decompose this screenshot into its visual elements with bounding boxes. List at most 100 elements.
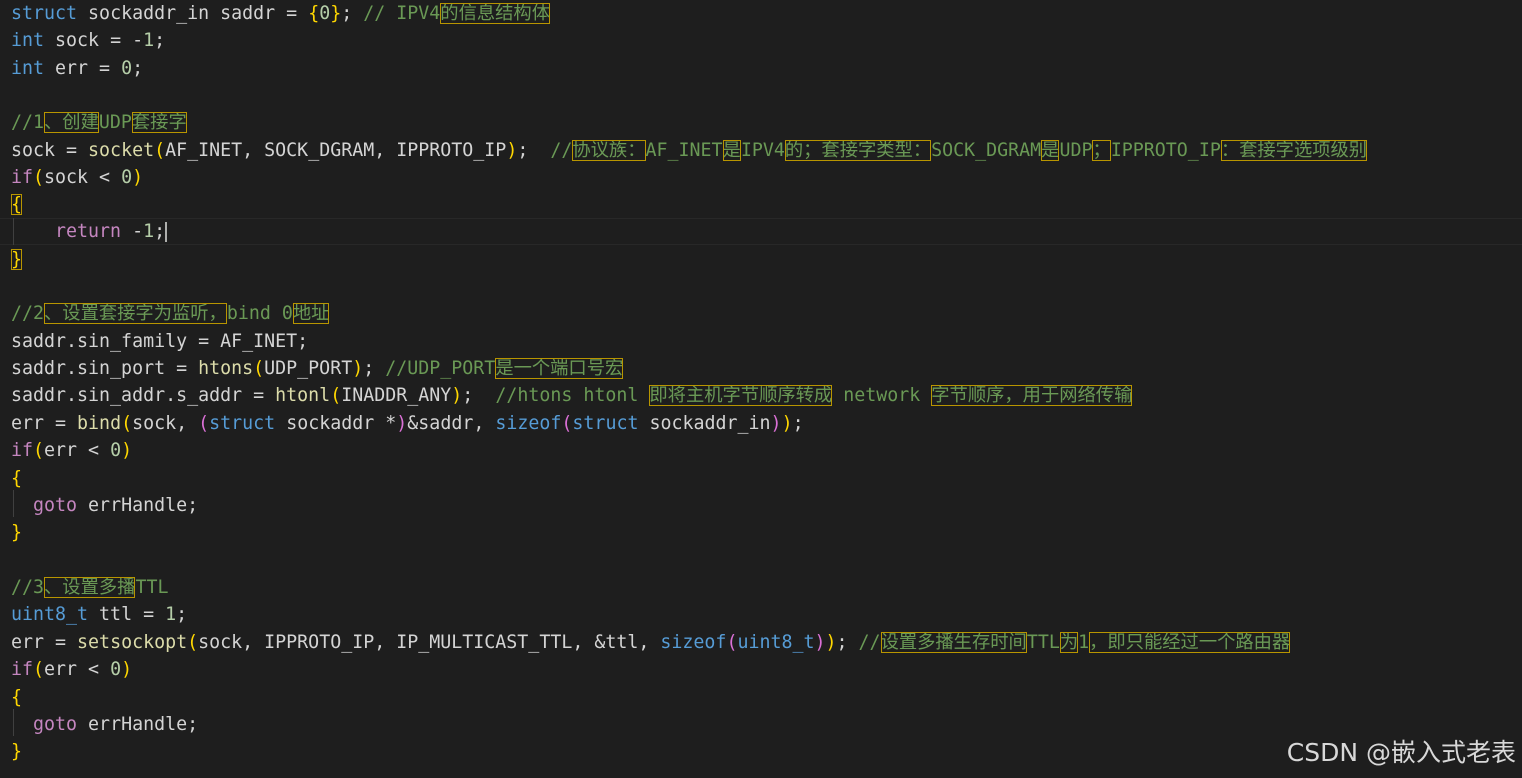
code-text: ;: [154, 221, 166, 242]
comment-text: bind 0: [226, 303, 293, 324]
code-text: sock <: [44, 167, 122, 188]
bracket: (: [121, 413, 133, 434]
code-line-23[interactable]: uint8_t ttl = 1;: [11, 601, 187, 628]
bracket: (: [33, 167, 45, 188]
comment-highlighted-text: ，即只能经过一个路由器: [1089, 632, 1291, 653]
bracket: (: [33, 659, 45, 680]
code-line-10[interactable]: }: [11, 246, 23, 273]
comment-highlighted-text: 是: [722, 140, 741, 161]
bracket: ): [770, 413, 782, 434]
type-token: uint8_t: [11, 604, 89, 625]
code-line-2[interactable]: int sock = -1;: [11, 27, 165, 54]
code-text: saddr.sin_port =: [11, 358, 199, 379]
code-line-22[interactable]: //3、设置多播TTL: [11, 574, 168, 601]
code-line-5[interactable]: //1、创建UDP套接字: [11, 109, 187, 136]
bracket: {: [308, 3, 320, 24]
code-text: ;: [341, 3, 364, 24]
comment-highlighted-text: ；: [1092, 140, 1111, 161]
bracket: ): [814, 632, 826, 653]
code-text: ;: [462, 385, 496, 406]
number-literal: 1: [143, 221, 155, 242]
code-line-8[interactable]: {: [11, 191, 23, 218]
comment-highlighted-text: 即将主机字节顺序转成: [649, 385, 833, 406]
code-line-28[interactable]: }: [11, 738, 22, 765]
comment-text: SOCK_DGRAM: [931, 140, 1042, 161]
control-keyword: goto: [33, 714, 78, 735]
bracket: {: [11, 468, 23, 489]
comment-highlighted-text: 协议族：: [572, 140, 646, 161]
code-line-6[interactable]: sock = socket(AF_INET, SOCK_DGRAM, IPPRO…: [11, 137, 1368, 164]
comment-text: //UDP_PORT: [385, 358, 496, 379]
comment-highlighted-text: 的信息结构体: [440, 3, 550, 24]
control-keyword: return: [55, 221, 122, 242]
code-text: &saddr,: [407, 413, 496, 434]
code-line-25[interactable]: if(err < 0): [11, 656, 132, 683]
code-line-3[interactable]: int err = 0;: [11, 55, 143, 82]
code-text: saddr.sin_addr.s_addr =: [11, 385, 276, 406]
code-line-12[interactable]: //2、设置套接字为监听，bind 0地址: [11, 300, 330, 327]
code-text: sock,: [132, 413, 199, 434]
function-token: bind: [77, 413, 122, 434]
bracket: }: [11, 522, 23, 543]
code-line-19[interactable]: goto errHandle;: [11, 492, 198, 519]
comment-highlighted-text: 套接字: [131, 112, 187, 133]
code-text: sock = -: [44, 30, 144, 51]
bracket: }: [330, 3, 342, 24]
keyword-token: int: [11, 30, 45, 51]
bracket: (: [33, 440, 45, 461]
code-line-16[interactable]: err = bind(sock, (struct sockaddr *)&sad…: [11, 410, 804, 437]
code-line-26[interactable]: {: [11, 684, 22, 711]
bracket: ): [825, 632, 837, 653]
bracket: (: [187, 632, 199, 653]
code-line-27[interactable]: goto errHandle;: [11, 711, 198, 738]
comment-text: TTL: [135, 577, 169, 598]
code-text: sock, IPPROTO_IP, IP_MULTICAST_TTL, &ttl…: [198, 632, 661, 653]
comment-highlighted-text: 地址: [292, 303, 330, 324]
comment-highlighted-text: 是一个端口号宏: [495, 358, 624, 379]
code-text: ;: [363, 358, 386, 379]
bracket: (: [253, 358, 265, 379]
bracket: (: [726, 632, 738, 653]
code-line-18[interactable]: {: [11, 465, 22, 492]
code-text: ;: [176, 604, 188, 625]
code-text: ttl =: [88, 604, 166, 625]
code-line-15[interactable]: saddr.sin_addr.s_addr = htonl(INADDR_ANY…: [11, 382, 1133, 409]
code-text: ;: [132, 58, 144, 79]
code-line-13[interactable]: saddr.sin_family = AF_INET;: [11, 328, 308, 355]
code-text: errHandle;: [77, 495, 199, 516]
comment-highlighted-text: 、创建: [44, 112, 99, 133]
code-line-24[interactable]: err = setsockopt(sock, IPPROTO_IP, IP_MU…: [11, 629, 1291, 656]
comment-text: IPV4: [740, 140, 785, 161]
comment-text: TTL: [1026, 632, 1060, 653]
code-text: UDP_PORT: [264, 358, 353, 379]
type-token: uint8_t: [737, 632, 815, 653]
code-text: sock =: [11, 140, 89, 161]
comment-highlighted-text: 的；套接字类型：: [784, 140, 932, 161]
code-text: sockaddr_in saddr =: [77, 3, 309, 24]
code-editor[interactable]: struct sockaddr_in saddr = {0}; // IPV4的…: [0, 0, 1522, 778]
code-text: -: [121, 221, 144, 242]
code-line-17[interactable]: if(err < 0): [11, 437, 132, 464]
code-line-7[interactable]: if(sock < 0): [11, 164, 143, 191]
comment-highlighted-text: ：套接字选项级别: [1220, 140, 1368, 161]
bracket: (: [154, 140, 166, 161]
function-token: socket: [88, 140, 155, 161]
csdn-watermark: CSDN @嵌入式老表: [1286, 738, 1516, 767]
number-literal: 1: [143, 30, 155, 51]
comment-text: //2: [11, 303, 45, 324]
keyword-token: int: [11, 58, 45, 79]
code-text: err =: [44, 58, 122, 79]
bracket: ): [451, 385, 463, 406]
control-keyword: if: [11, 167, 34, 188]
comment-highlighted-text: 设置多播生存时间: [880, 632, 1027, 653]
keyword-token: sizeof: [660, 632, 727, 653]
code-line-20[interactable]: }: [11, 519, 22, 546]
code-line-9[interactable]: return -1;: [11, 218, 167, 245]
code-line-1[interactable]: struct sockaddr_in saddr = {0}; // IPV4的…: [11, 0, 550, 27]
bracket: (: [330, 385, 342, 406]
code-line-14[interactable]: saddr.sin_port = htons(UDP_PORT); //UDP_…: [11, 355, 624, 382]
comment-text: UDP: [1059, 140, 1093, 161]
